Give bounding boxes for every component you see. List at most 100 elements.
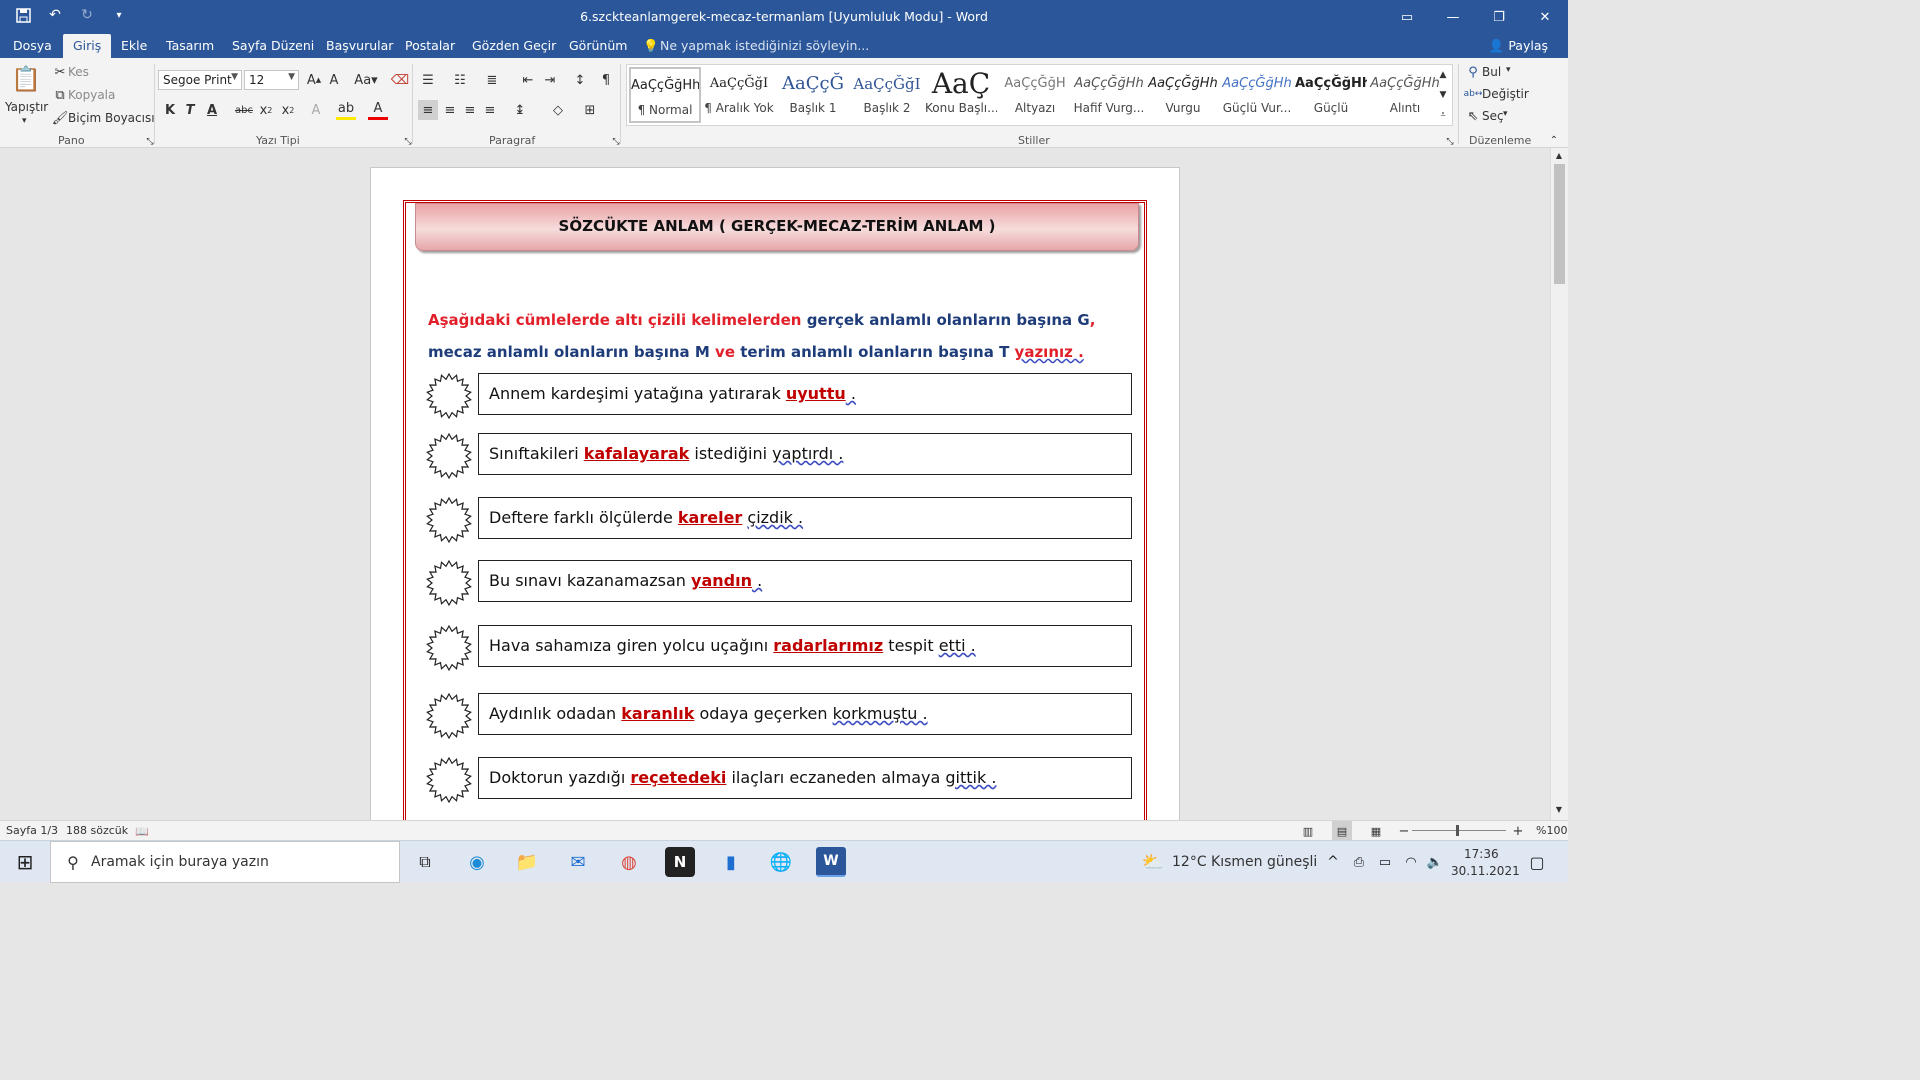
redo-icon[interactable]: ↻ (78, 6, 96, 24)
answer-star-icon[interactable] (426, 692, 472, 740)
tab-dosya[interactable]: Dosya (13, 38, 52, 53)
style-subtle-emphasis[interactable]: AaÇçĞğHh Hafif Vurg... (1073, 67, 1145, 123)
collapse-ribbon-icon[interactable]: ⌃ (1544, 130, 1564, 150)
answer-star-icon[interactable] (426, 756, 472, 804)
text-effects-icon[interactable]: A (306, 100, 326, 120)
answer-star-icon[interactable] (426, 559, 472, 607)
proofing-icon[interactable]: 📖 (132, 821, 152, 841)
chevron-down-icon[interactable]: ▾ (1506, 65, 1511, 75)
bold-button[interactable]: K (160, 100, 180, 120)
copy-button[interactable]: Kopyala (68, 88, 115, 102)
shrink-font-icon[interactable]: A (324, 70, 344, 90)
word-app-icon[interactable]: W (816, 847, 846, 877)
clock-time[interactable]: 17:36 (1464, 847, 1499, 861)
grow-font-icon[interactable]: A ▲ (304, 70, 324, 90)
justify-icon[interactable]: ≡ (480, 100, 500, 120)
share-button[interactable]: 👤 Paylaş (1489, 38, 1548, 54)
style-title[interactable]: AaÇ Konu Başlı... (925, 67, 997, 123)
align-right-icon[interactable]: ≡ (460, 100, 480, 120)
decrease-indent-icon[interactable]: ⇤ (518, 70, 538, 90)
notion-icon[interactable]: N (665, 847, 695, 877)
answer-star-icon[interactable] (426, 372, 472, 420)
tab-ekle[interactable]: Ekle (121, 38, 147, 53)
change-case-icon[interactable]: Aa▾ (352, 70, 380, 90)
tab-gorunum[interactable]: Görünüm (569, 38, 627, 53)
gallery-down-icon[interactable]: ▼ (1435, 85, 1451, 105)
gallery-more-icon[interactable]: ⩡ (1435, 105, 1451, 125)
style-emphasis[interactable]: AaÇçĞğHh Vurgu (1147, 67, 1219, 123)
answer-star-icon[interactable] (426, 432, 472, 480)
volume-icon[interactable]: 🔈 (1420, 847, 1450, 877)
style-heading-1[interactable]: AaÇçĞ Başlık 1 (777, 67, 849, 123)
style-no-spacing[interactable]: AaÇçĞğI ¶ Aralık Yok (703, 67, 775, 123)
gallery-up-icon[interactable]: ▲ (1435, 65, 1451, 85)
bullets-icon[interactable]: ☰ (418, 70, 438, 90)
tab-basvurular[interactable]: Başvurular (326, 38, 393, 53)
font-family-select[interactable]: Segoe Print ▼ (158, 70, 242, 90)
phone-app-icon[interactable]: ▮ (716, 847, 746, 877)
minimize-icon[interactable]: — (1430, 0, 1476, 34)
scroll-down-icon[interactable]: ▼ (1551, 802, 1567, 816)
tell-me-box[interactable]: Ne yapmak istediğinizi söyleyin... (660, 38, 869, 53)
font-color-icon[interactable]: A (368, 100, 388, 120)
multilevel-list-icon[interactable]: ≣ (482, 70, 502, 90)
tab-giris[interactable]: Giriş (63, 34, 112, 58)
style-quote[interactable]: AaÇçĞğHh Alıntı (1369, 67, 1441, 123)
zoom-slider-thumb[interactable] (1456, 825, 1459, 836)
increase-indent-icon[interactable]: ⇥ (540, 70, 560, 90)
windows-start-icon[interactable]: ⊞ (10, 847, 40, 877)
weather-text[interactable]: 12°C Kısmen güneşli (1172, 854, 1317, 870)
edge-icon[interactable]: ◉ (462, 847, 492, 877)
style-strong[interactable]: AaÇçĞğHh Güçlü (1295, 67, 1367, 123)
tab-sayfa-duzeni[interactable]: Sayfa Düzeni (232, 38, 314, 53)
taskbar-search[interactable]: ⚲ Aramak için buraya yazın (50, 841, 400, 883)
pilcrow-icon[interactable]: ¶ (596, 70, 616, 90)
shading-icon[interactable]: ◇ (548, 100, 568, 120)
chrome-icon[interactable]: ◍ (614, 847, 644, 877)
vertical-scrollbar[interactable]: ▲ ▼ (1550, 148, 1568, 820)
style-normal[interactable]: AaÇçĞğHh ¶ Normal (629, 67, 701, 123)
weather-icon[interactable]: ⛅ (1138, 847, 1168, 877)
subscript-icon[interactable]: x2 (256, 100, 276, 120)
font-size-select[interactable]: 12 ▼ (244, 70, 299, 90)
file-explorer-icon[interactable]: 📁 (512, 847, 542, 877)
tab-gozden-gecir[interactable]: Gözden Geçir (472, 38, 556, 53)
save-icon[interactable] (14, 6, 32, 24)
ribbon-display-options-icon[interactable]: ▭ (1384, 0, 1430, 34)
customize-icon[interactable]: ▾ (110, 6, 128, 24)
paste-dropdown-icon[interactable]: ▾ (22, 116, 27, 126)
underline-button[interactable]: A (202, 100, 222, 120)
clock-date[interactable]: 30.11.2021 (1451, 864, 1520, 878)
clear-formatting-icon[interactable]: ⌫ (390, 70, 410, 90)
replace-button[interactable]: Değiştir (1482, 87, 1529, 101)
paste-icon[interactable]: 📋 (11, 64, 41, 94)
print-layout-icon[interactable]: ▤ (1332, 821, 1352, 841)
align-left-icon[interactable]: ≡ (418, 100, 438, 120)
superscript-icon[interactable]: x2 (278, 100, 298, 120)
paste-button[interactable]: Yapıştır (5, 100, 48, 114)
line-spacing-icon[interactable]: ↨ (510, 100, 530, 120)
task-view-icon[interactable]: ⧉ (410, 847, 440, 877)
borders-icon[interactable]: ⊞ (580, 100, 600, 120)
tab-tasarim[interactable]: Tasarım (166, 38, 214, 53)
italic-button[interactable]: T (180, 100, 200, 120)
scroll-thumb[interactable] (1554, 164, 1565, 284)
format-painter-button[interactable]: Biçim Boyacısı (68, 111, 155, 125)
mail-icon[interactable]: ✉ (563, 847, 593, 877)
find-button[interactable]: Bul (1482, 65, 1501, 79)
answer-star-icon[interactable] (426, 496, 472, 544)
web-layout-icon[interactable]: ▦ (1366, 821, 1386, 841)
sort-icon[interactable]: ↕ (570, 70, 590, 90)
tab-postalar[interactable]: Postalar (405, 38, 455, 53)
select-button[interactable]: Seç (1482, 109, 1504, 123)
align-center-icon[interactable]: ≡ (440, 100, 460, 120)
read-mode-icon[interactable]: ▥ (1298, 821, 1318, 841)
answer-star-icon[interactable] (426, 624, 472, 672)
strikethrough-icon[interactable]: abc (234, 100, 254, 120)
highlight-icon[interactable]: ab (336, 100, 356, 120)
restore-icon[interactable]: ❐ (1476, 0, 1522, 34)
style-heading-2[interactable]: AaÇçĞğI Başlık 2 (851, 67, 923, 123)
zoom-level[interactable]: %100 (1536, 824, 1567, 837)
zoom-slider[interactable] (1412, 830, 1506, 831)
globe-app-icon[interactable]: 🌐 (766, 847, 796, 877)
